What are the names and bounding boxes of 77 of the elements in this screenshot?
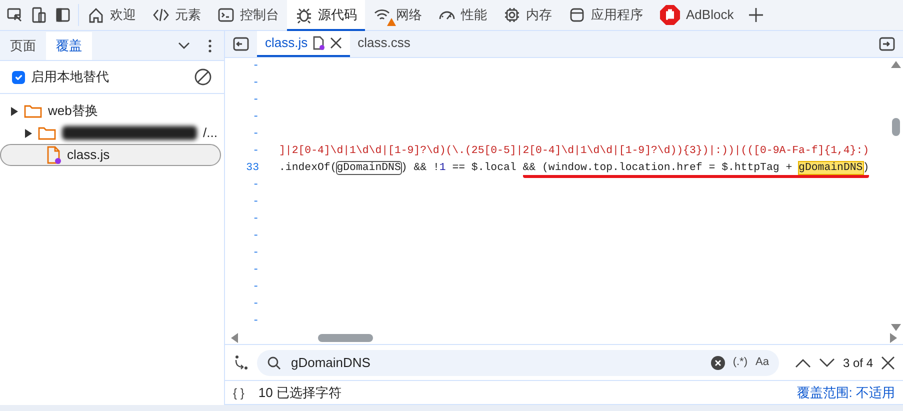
scroll-right-icon[interactable] (890, 332, 897, 342)
clear-icon[interactable] (710, 356, 725, 370)
stop-hand-icon (659, 4, 681, 26)
chevron-down-icon[interactable] (178, 42, 190, 50)
tree-item[interactable]: class.js (0, 144, 221, 166)
chip-icon (503, 6, 521, 24)
console-icon (217, 6, 235, 24)
home-icon (87, 6, 105, 24)
bug-icon (295, 6, 313, 24)
expand-triangle-icon[interactable] (25, 128, 32, 138)
dock-right-icon[interactable] (879, 37, 895, 51)
override-checkbox[interactable] (12, 70, 25, 84)
line-number: - (252, 195, 260, 210)
device-icon[interactable] (30, 6, 48, 24)
match-case-toggle[interactable]: Aa (756, 354, 769, 371)
line-number: - (252, 212, 260, 228)
line-number: - (252, 59, 260, 74)
sidebar-tab[interactable]: 页面 (0, 32, 46, 60)
search-field[interactable]: gDomainDNS (.*) Aa (257, 350, 779, 376)
window-icon (568, 6, 586, 24)
tree-item[interactable]: /... (0, 122, 221, 144)
line-number: - (252, 110, 260, 126)
close-icon[interactable] (881, 356, 895, 370)
folder-icon (24, 104, 42, 118)
sidebar-toggle-icon[interactable] (233, 37, 249, 51)
panel-tab[interactable]: 源代码 (287, 0, 365, 31)
annotation-underline: && (window.top.location.href = $.httpTag + gDomainDNS) (522, 162, 870, 178)
code-line: .indexOf(gDomainDNS) && !1 == $.local && (window.top.location.href = $.httpTag + gDomainDNS) (265, 160, 870, 177)
more-icon[interactable] (208, 38, 212, 52)
close-icon[interactable] (330, 37, 342, 49)
panel-tab[interactable]: 欢迎 (79, 0, 144, 31)
checkbox-label: 启用本地替代 (31, 68, 110, 86)
line-number: - (252, 76, 260, 92)
line-number: - (252, 263, 260, 278)
sidebar-tab[interactable]: 覆盖 (46, 32, 92, 60)
line-number: - (252, 127, 260, 142)
file-tab[interactable]: class.css (350, 31, 418, 57)
clear-icon[interactable] (194, 68, 212, 86)
panel-tab[interactable]: 控制台 (209, 0, 287, 31)
file-modified-icon (47, 146, 61, 164)
panel-tab[interactable]: 元素 (144, 0, 209, 31)
scrollbar-thumb[interactable] (892, 118, 900, 136)
code-line: ]|2[0-4]\d|1\d\d|[1-9]?\d)(\.(25[0-5]|2[0-4]\d|1\d\d|[1-9]?\d)){3})|:))|(([0-9A-Fa-f]{1,4}:) (278, 144, 870, 160)
line-number: - (252, 297, 260, 312)
tree-item[interactable]: web替换 (0, 100, 221, 122)
line-number: - (252, 314, 260, 330)
selection-info: 10 已选择字符 (258, 384, 342, 402)
line-number: - (252, 178, 260, 194)
inspect-icon[interactable] (6, 6, 24, 24)
scroll-down-icon[interactable] (891, 324, 901, 331)
panel-tab[interactable]: AdBlock (651, 0, 742, 31)
previous-icon[interactable] (794, 358, 811, 368)
match-count: 3 of 4 (842, 354, 873, 372)
pretty-print-button[interactable]: { } (233, 384, 244, 402)
replace-toggle-icon[interactable] (233, 354, 249, 372)
panel-tab[interactable]: 应用程序 (560, 0, 651, 31)
scrollbar-thumb[interactable] (318, 334, 373, 342)
line-number: - (252, 144, 260, 160)
coverage-link[interactable]: 覆盖范围: 不适用 (796, 382, 895, 402)
search-icon (267, 356, 281, 370)
line-number: - (252, 93, 260, 108)
regex-toggle[interactable]: (.*) (732, 354, 748, 371)
panel-tab[interactable]: 网络 (365, 0, 430, 31)
folder-icon (38, 126, 56, 140)
line-number: 33 (245, 161, 260, 176)
line-number: - (252, 229, 260, 244)
line-number: - (252, 246, 260, 262)
panel-tab[interactable]: 内存 (495, 0, 560, 31)
dock-icon[interactable] (54, 6, 72, 24)
line-number: - (252, 280, 260, 296)
scroll-up-icon[interactable] (891, 61, 901, 68)
next-icon[interactable] (818, 358, 835, 368)
expand-triangle-icon[interactable] (11, 106, 18, 116)
file-tab[interactable]: class.js (257, 31, 350, 57)
add-icon[interactable] (748, 7, 764, 23)
panel-tab[interactable]: 性能 (430, 0, 495, 31)
scroll-left-icon[interactable] (231, 332, 238, 342)
